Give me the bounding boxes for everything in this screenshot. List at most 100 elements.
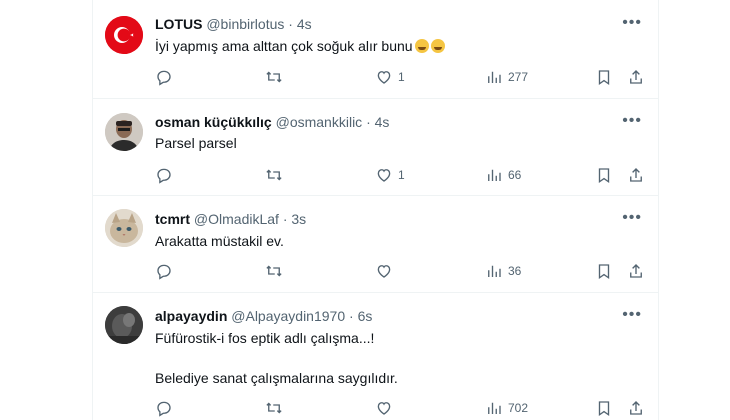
handle[interactable]: @Alpayaydin1970 [231,308,345,324]
separator: · [282,211,288,227]
views-icon [488,402,501,414]
like-button[interactable] [375,262,398,280]
share-icon [630,401,642,415]
tweet-header: alpayaydin @Alpayaydin1970 · 6s [155,308,372,324]
retweet-button[interactable] [265,399,288,417]
cat-photo-icon [105,209,143,247]
view-count: 277 [508,70,529,84]
retweet-button[interactable] [265,166,288,184]
more-icon[interactable]: ••• [622,112,642,130]
handle[interactable]: @osmankkilic [276,114,363,130]
tweet-feed: LOTUS @binbirlotus · 4s ••• İyi yapmış a… [92,0,659,420]
bookmark-button[interactable] [595,399,613,417]
bookmark-icon [598,70,610,86]
retweet-icon [266,402,282,414]
share-icon [630,70,642,84]
tweet-text: Füfürostik-i fos eptik adlı çalışma...! … [155,330,398,386]
bookmark-button[interactable] [595,262,613,280]
tweet-actions: 36 [155,262,645,282]
grin-emoji-icon [430,39,445,53]
bookmark-icon [598,168,610,184]
avatar[interactable] [105,306,143,344]
timestamp[interactable]: 4s [375,114,390,130]
like-button[interactable] [375,399,398,417]
separator: · [349,308,354,324]
reply-button[interactable] [155,68,178,86]
handle[interactable]: @OlmadikLaf [194,211,279,227]
tweet-item[interactable]: osman küçükkılıç @osmankkilic · 4s ••• P… [93,98,658,196]
share-icon [630,264,642,278]
tweet-header: tcmrt @OlmadikLaf · 3s [155,211,306,227]
tweet-actions: 1 66 [155,166,645,186]
more-icon[interactable]: ••• [622,14,642,32]
views-button[interactable]: 277 [485,68,528,86]
display-name[interactable]: tcmrt [155,211,190,227]
retweet-button[interactable] [265,68,288,86]
separator: · [288,16,293,32]
reply-button[interactable] [155,399,178,417]
share-icon [630,168,642,182]
display-name[interactable]: LOTUS [155,16,202,32]
like-count: 1 [398,70,405,84]
views-button[interactable]: 36 [485,262,521,280]
tweet-actions: 1 277 [155,68,645,88]
tweet-item[interactable]: LOTUS @binbirlotus · 4s ••• İyi yapmış a… [93,0,658,99]
handle[interactable]: @binbirlotus [206,16,284,32]
reply-button[interactable] [155,262,178,280]
views-icon [488,71,501,83]
views-button[interactable]: 702 [485,399,528,417]
share-button[interactable] [627,262,645,280]
retweet-button[interactable] [265,262,288,280]
views-icon [488,265,501,277]
bookmark-icon [598,264,610,280]
avatar[interactable] [105,16,143,54]
tweet-text-content: İyi yapmış ama alttan çok soğuk alır bun… [155,38,413,54]
turkish-flag-icon [105,16,143,54]
retweet-icon [266,71,282,83]
view-count: 702 [508,401,529,415]
display-name[interactable]: osman küçükkılıç [155,114,272,130]
tweet-text: Parsel parsel [155,135,237,151]
share-button[interactable] [627,399,645,417]
tweet-header: LOTUS @binbirlotus · 4s [155,16,312,32]
tweet-item[interactable]: alpayaydin @Alpayaydin1970 · 6s ••• Füfü… [93,292,658,420]
like-count: 1 [398,168,405,182]
man-portrait-icon [105,113,143,151]
views-button[interactable]: 66 [485,166,521,184]
retweet-icon [266,265,282,277]
retweet-icon [266,169,282,181]
avatar[interactable] [105,209,143,247]
tweet-item[interactable]: tcmrt @OlmadikLaf · 3s ••• Arakatta müst… [93,195,658,293]
separator: · [366,114,371,130]
tweet-text: İyi yapmış ama alttan çok soğuk alır bun… [155,36,445,56]
reply-icon [157,70,171,86]
tweet-text: Arakatta müstakil ev. [155,233,284,249]
timestamp[interactable]: 6s [358,308,373,324]
like-button[interactable]: 1 [375,166,405,184]
view-count: 66 [508,168,522,182]
bookmark-button[interactable] [595,166,613,184]
reply-icon [157,264,171,280]
reply-icon [157,401,171,417]
view-count: 36 [508,264,522,278]
more-icon[interactable]: ••• [622,306,642,324]
tweet-actions: 702 [155,399,645,419]
heart-icon [377,265,391,278]
heart-icon [377,169,391,182]
bookmark-button[interactable] [595,68,613,86]
avatar[interactable] [105,113,143,151]
timestamp[interactable]: 4s [297,16,312,32]
reply-button[interactable] [155,166,178,184]
timestamp[interactable]: 3s [291,211,306,227]
wink-emoji-icon [414,39,429,53]
views-icon [488,169,501,181]
share-button[interactable] [627,68,645,86]
tweet-header: osman küçükkılıç @osmankkilic · 4s [155,114,389,130]
display-name[interactable]: alpayaydin [155,308,227,324]
heart-icon [377,402,391,415]
share-button[interactable] [627,166,645,184]
reply-icon [157,168,171,184]
like-button[interactable]: 1 [375,68,405,86]
bookmark-icon [598,401,610,417]
more-icon[interactable]: ••• [622,209,642,227]
